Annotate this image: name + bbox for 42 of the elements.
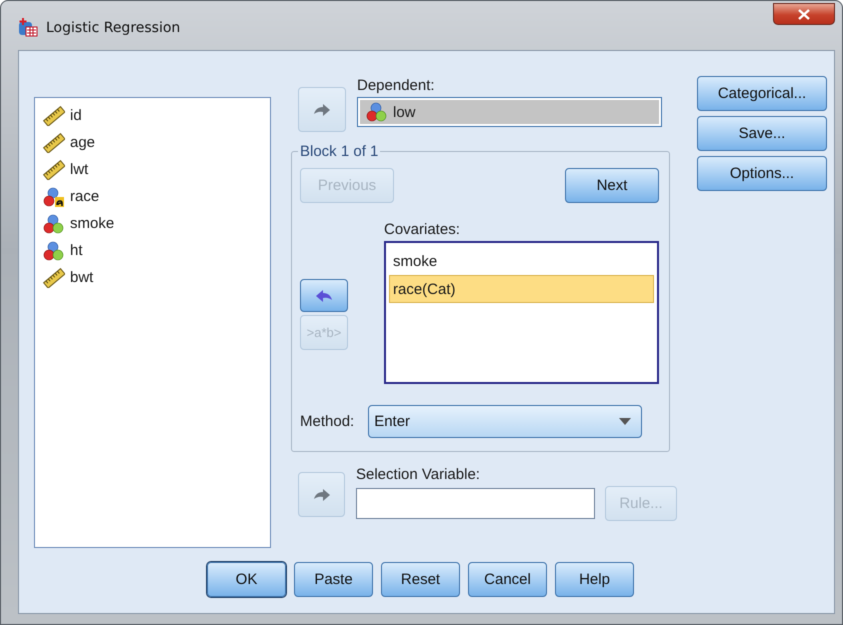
- dependent-field[interactable]: low: [357, 97, 662, 127]
- variable-item[interactable]: ht: [43, 237, 262, 264]
- block-title: Block 1 of 1: [299, 143, 380, 160]
- side-button[interactable]: Categorical...: [697, 76, 827, 111]
- variable-item[interactable]: lwt: [43, 156, 262, 183]
- dialog-button[interactable]: Paste: [294, 562, 373, 597]
- right-arrow-icon: [312, 102, 332, 118]
- dialog-button[interactable]: OK: [207, 562, 286, 597]
- selection-variable-label: Selection Variable:: [356, 465, 481, 485]
- dialog-button[interactable]: Reset: [381, 562, 460, 597]
- variable-item[interactable]: id: [43, 102, 262, 129]
- dependent-value: low: [393, 104, 416, 120]
- variable-item[interactable]: smoke: [43, 210, 262, 237]
- left-arrow-icon: [314, 288, 334, 304]
- method-label: Method:: [300, 412, 354, 432]
- right-arrow-icon: [312, 486, 332, 502]
- side-button[interactable]: Options...: [697, 156, 827, 191]
- window-title: Logistic Regression: [46, 19, 182, 38]
- variable-item[interactable]: bwt: [43, 264, 262, 291]
- variable-item[interactable]: age: [43, 129, 262, 156]
- next-button[interactable]: Next: [565, 168, 659, 203]
- nominal-string-icon: [43, 186, 65, 206]
- method-dropdown[interactable]: Enter: [368, 405, 642, 438]
- close-button[interactable]: [773, 3, 835, 25]
- dialog-button[interactable]: Cancel: [468, 562, 547, 597]
- variable-list[interactable]: id age lwt race smoke ht bwt: [34, 97, 271, 548]
- selection-variable-field[interactable]: [356, 488, 595, 519]
- nominal-icon: [366, 102, 388, 122]
- covariate-item[interactable]: smoke: [389, 247, 654, 275]
- covariates-label: Covariates:: [384, 220, 461, 240]
- dependent-label: Dependent:: [357, 76, 436, 96]
- caret-icon: [619, 418, 632, 425]
- nominal-icon: [43, 214, 65, 234]
- variable-item[interactable]: race: [43, 183, 262, 210]
- side-button[interactable]: Save...: [697, 116, 827, 151]
- close-icon: [798, 8, 810, 20]
- dialog-button[interactable]: Help: [555, 562, 634, 597]
- covariates-list[interactable]: smoke race(Cat): [384, 241, 659, 384]
- app-icon: [18, 17, 38, 37]
- nominal-icon: [43, 240, 65, 260]
- covariate-item[interactable]: race(Cat): [389, 275, 654, 303]
- move-covariate-button[interactable]: [300, 279, 348, 312]
